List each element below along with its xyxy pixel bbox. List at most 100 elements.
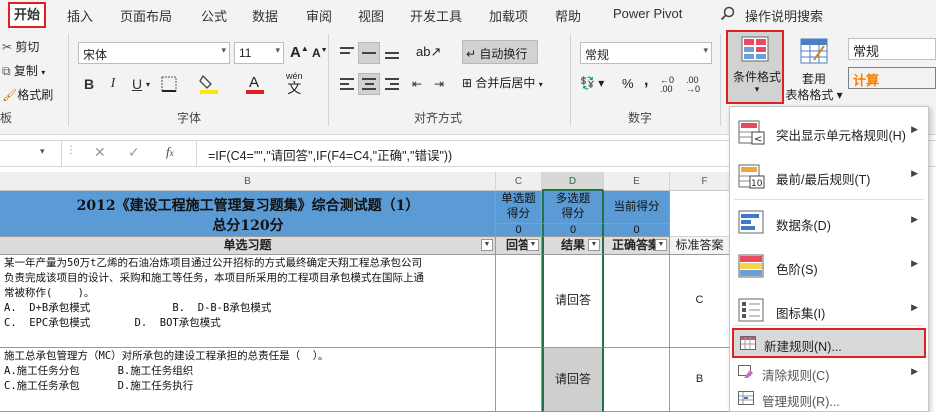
chevron-down-icon[interactable]: ▾ (146, 80, 150, 89)
cut-button[interactable]: ✂ 剪切 (2, 38, 39, 55)
tab-view[interactable]: 视图 (358, 6, 384, 25)
title-cell[interactable]: 2012《建设工程施工管理复习题集》综合测试题（1） 总分120分 (0, 191, 496, 237)
tab-home[interactable]: 开始 (8, 2, 46, 28)
percent-button[interactable]: % (622, 76, 634, 91)
question-2-correct-cell[interactable] (604, 348, 670, 412)
menu-item-color-scales[interactable]: 色阶(S) ▶ (730, 247, 928, 287)
current-score-header[interactable]: 当前得分 (604, 191, 670, 224)
bold-button[interactable]: B (78, 73, 100, 95)
shrink-font-button[interactable]: A▼ (312, 46, 328, 60)
multi-choice-score-header[interactable]: 多选题 得分 (542, 191, 604, 224)
svg-text:10: 10 (751, 179, 763, 189)
decrease-indent-icon[interactable]: ⇤ (406, 73, 428, 95)
menu-item-label: 新建规则(N)... (764, 340, 842, 354)
single-choice-score[interactable]: 0 (496, 224, 542, 237)
underline-button[interactable]: U (126, 73, 148, 95)
tab-developer[interactable]: 开发工具 (410, 6, 462, 25)
insert-function-icon[interactable]: fx (166, 144, 174, 160)
name-box[interactable]: ▾ (0, 141, 62, 166)
group-divider (328, 34, 329, 126)
tab-insert[interactable]: 插入 (67, 6, 93, 25)
column-header-e[interactable]: E (604, 172, 670, 191)
multi-choice-score[interactable]: 0 (542, 224, 604, 237)
filter-dropdown-icon[interactable]: ▼ (655, 239, 667, 251)
question-1-correct-cell[interactable] (604, 255, 670, 348)
question-1-cell[interactable]: 某一年产量为50万t乙烯的石油冶炼项目通过公开招标的方式最终确定天翔工程总承包公… (0, 255, 496, 348)
tab-help[interactable]: 帮助 (555, 6, 581, 25)
question-1-answer-cell[interactable] (496, 255, 542, 348)
tab-review[interactable]: 审阅 (306, 6, 332, 25)
style-calculation[interactable]: 计算 (848, 67, 936, 89)
align-top-button[interactable] (336, 42, 358, 64)
tab-page-layout[interactable]: 页面布局 (120, 6, 172, 25)
search-icon[interactable] (720, 6, 736, 25)
search-label[interactable]: 操作说明搜索 (745, 6, 823, 25)
italic-button[interactable]: I (102, 73, 124, 95)
tab-formulas[interactable]: 公式 (201, 6, 227, 25)
standard-answer-column-header[interactable]: 标准答案 (670, 237, 730, 255)
result-column-header[interactable]: 结果 ▼ (542, 237, 604, 255)
question-1-standard-answer[interactable]: C (670, 255, 730, 348)
question-2-result-cell[interactable]: 请回答 (542, 348, 604, 412)
single-choice-score-header[interactable]: 单选题 得分 (496, 191, 542, 224)
wrap-text-icon: ↵ (466, 47, 477, 61)
sheet-subtitle: 总分120分 (212, 218, 284, 234)
menu-item-manage-rules[interactable]: 管理规则(R)... (730, 386, 928, 412)
font-name-combo[interactable]: 宋体 ▾ (78, 42, 230, 64)
menu-item-new-rule[interactable]: 新建规则(N)... (732, 328, 926, 358)
font-color-icon[interactable]: A (244, 72, 266, 97)
format-painter-button[interactable]: 🖌格式刷 (2, 86, 53, 103)
question-2-cell[interactable]: 施工总承包管理方（MC）对所承包的建设工程承担的总责任是（ ）。 A.施工任务分… (0, 348, 496, 412)
align-bottom-button[interactable] (381, 42, 403, 64)
tab-data[interactable]: 数据 (252, 6, 278, 25)
question-2-answer-cell[interactable] (496, 348, 542, 412)
fill-color-icon[interactable] (198, 72, 220, 97)
empty-cell[interactable] (670, 191, 730, 237)
grow-font-button[interactable]: A▲ (290, 44, 309, 61)
increase-indent-icon[interactable]: ⇥ (428, 73, 450, 95)
column-header-d[interactable]: D (542, 172, 604, 191)
single-choice-column-header[interactable]: 单选习题 ▼ (0, 237, 496, 255)
merge-icon: ⊞ (462, 76, 473, 90)
format-as-table-button[interactable]: 套用 表格格式 ▾ (785, 34, 843, 104)
phonetic-button[interactable]: wén 文 (286, 72, 303, 96)
increase-decimal-icon[interactable]: ←0.00 (660, 76, 674, 94)
orientation-icon[interactable]: ab↗ (416, 44, 441, 60)
column-header-b[interactable]: B (0, 172, 496, 191)
menu-item-data-bars[interactable]: 数据条(D) ▶ (730, 203, 928, 243)
wrap-text-button[interactable]: ↵ 自动换行 (462, 40, 538, 64)
current-score[interactable]: 0 (604, 224, 670, 237)
decrease-decimal-icon[interactable]: .00 →0 (686, 76, 700, 94)
question-2-standard-answer[interactable]: B (670, 348, 730, 412)
currency-icon[interactable]: 💱 ▾ (580, 76, 604, 90)
enter-icon[interactable]: ✓ (128, 144, 140, 161)
chevron-right-icon: ▶ (911, 124, 918, 134)
question-1-result-cell[interactable]: 请回答 (542, 255, 604, 348)
align-middle-button[interactable] (358, 42, 380, 64)
comma-button[interactable]: , (644, 72, 648, 90)
filter-dropdown-icon[interactable]: ▼ (588, 239, 600, 251)
correct-answer-column-header[interactable]: 正确答案 ▼ (604, 237, 670, 255)
font-size-combo[interactable]: 11 ▾ (234, 42, 284, 64)
tab-power-pivot[interactable]: Power Pivot (613, 6, 682, 21)
menu-item-clear-rules[interactable]: 清除规则(C) ▶ (730, 360, 928, 386)
menu-item-highlight-cells-rules[interactable]: < 突出显示单元格规则(H) ▶ (730, 113, 928, 153)
conditional-format-button[interactable]: 条件格式 ▾ (726, 30, 784, 104)
formula-input[interactable]: =IF(C4="","请回答",IF(F4=C4,"正确","错误")) (208, 145, 452, 164)
answer-column-header[interactable]: 回答 ▼ (496, 237, 542, 255)
merge-center-button[interactable]: ⊞ 合并后居中 ▾ (462, 74, 543, 91)
copy-button[interactable]: ⧉ 复制 ▾ (2, 62, 45, 79)
menu-item-top-bottom-rules[interactable]: 10 最前/最后规则(T) ▶ (730, 157, 928, 197)
menu-divider (734, 325, 924, 326)
align-left-button[interactable] (336, 73, 358, 95)
align-center-button[interactable] (358, 73, 380, 95)
align-right-button[interactable] (381, 73, 403, 95)
style-normal[interactable]: 常规 (848, 38, 936, 60)
filter-dropdown-icon[interactable]: ▼ (527, 239, 539, 251)
filter-dropdown-icon[interactable]: ▼ (481, 239, 493, 251)
cancel-icon[interactable]: ✕ (94, 144, 106, 161)
number-format-combo[interactable]: 常规 ▾ (580, 42, 712, 64)
border-icon[interactable] (160, 75, 178, 96)
tab-addins[interactable]: 加载项 (489, 6, 528, 25)
column-header-c[interactable]: C (496, 172, 542, 191)
